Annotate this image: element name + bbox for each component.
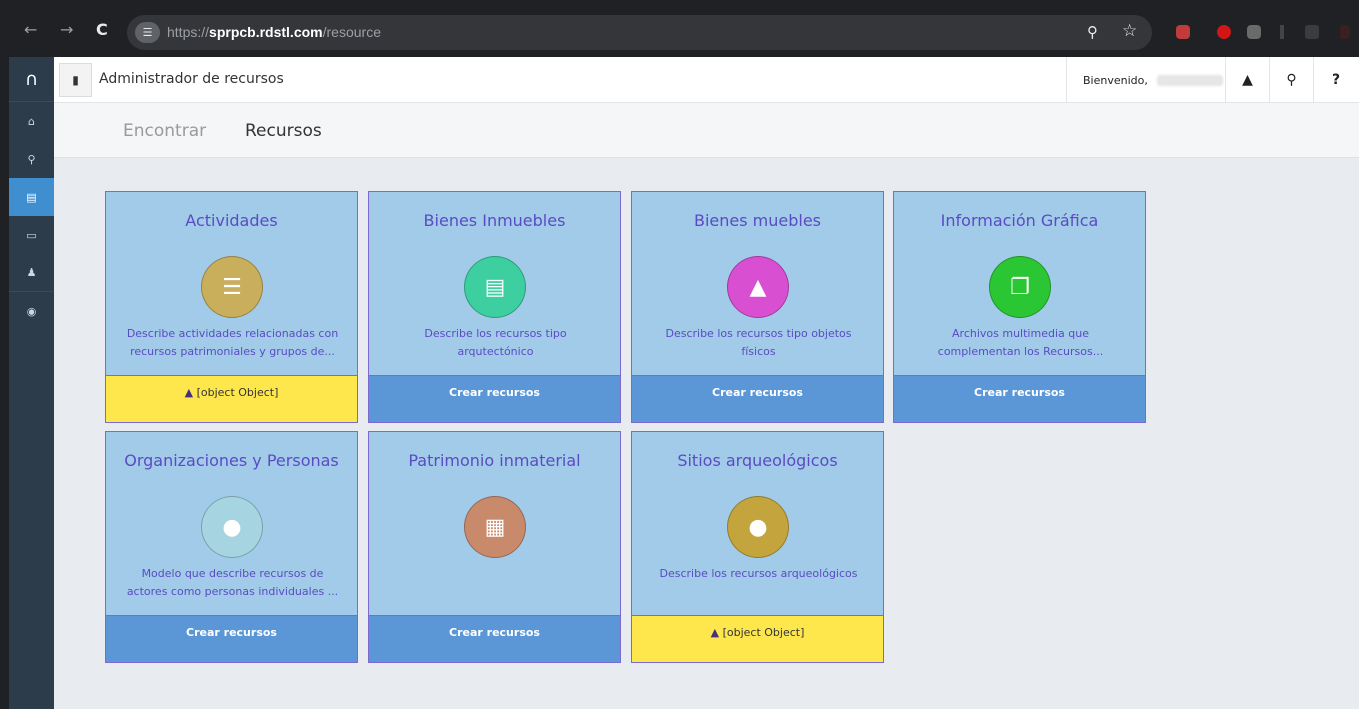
document-icon: ▦ [464, 496, 526, 558]
description-line: complementan los Recursos... [937, 345, 1104, 358]
tab-resources[interactable]: Recursos [245, 121, 322, 141]
app-logo-icon[interactable]: ∩ [9, 57, 54, 102]
create-resource-button[interactable]: Crear recursos [106, 615, 357, 662]
extension-icon[interactable] [1305, 25, 1319, 39]
extension-icon[interactable] [1176, 25, 1190, 39]
username-redacted [1157, 75, 1223, 86]
card-description: Describe los recursos tipo objetos físic… [640, 325, 877, 361]
dataset-icon[interactable]: ▭ [9, 216, 54, 254]
extension-icon[interactable] [1280, 25, 1284, 39]
resource-card-organizaciones[interactable]: Organizaciones y Personas ● Modelo que d… [105, 431, 358, 663]
card-title: Patrimonio inmaterial [408, 451, 581, 470]
description-line: actores como personas individuales ... [126, 585, 339, 598]
resource-card-actividades[interactable]: Actividades ☰ Describe actividades relac… [105, 191, 358, 423]
site-info-icon[interactable]: ☰ [135, 22, 160, 43]
card-title: Organizaciones y Personas [124, 451, 339, 470]
url-domain: sprpcb.rdstl.com [209, 24, 323, 40]
card-description: Describe los recursos tipo arqutectónico [377, 325, 614, 361]
copy-icon: ❐ [989, 256, 1051, 318]
back-arrow-icon[interactable]: ← [24, 22, 37, 38]
resource-card-sitios-arqueologicos[interactable]: Sitios arqueológicos ● Describe los recu… [631, 431, 884, 663]
user-menu[interactable]: Bienvenido, [1066, 57, 1226, 103]
card-title: Actividades [185, 211, 278, 230]
bookmark-icon[interactable]: ▮ [59, 63, 92, 97]
help-icon[interactable]: ? [1314, 57, 1358, 103]
welcome-label: Bienvenido, [1083, 74, 1148, 87]
notification-bell-icon[interactable]: ▲ [1226, 57, 1270, 103]
description-line: Describe los recursos tipo objetos [665, 327, 852, 340]
description-line: Describe actividades relacionadas con [126, 327, 339, 340]
resource-card-bienes-inmuebles[interactable]: Bienes Inmuebles ▤ Describe los recursos… [368, 191, 621, 423]
description-line: Describe los recursos tipo [424, 327, 567, 340]
sub-navigation: Encontrar Recursos [54, 103, 1359, 158]
list-icon: ☰ [201, 256, 263, 318]
description-line: Archivos multimedia que [952, 327, 1089, 340]
extension-icon[interactable] [1340, 25, 1350, 39]
description-line: recursos patrimoniales y grupos de... [130, 345, 335, 358]
card-title: Información Gráfica [940, 211, 1099, 230]
resource-grid-area: Actividades ☰ Describe actividades relac… [54, 158, 1359, 709]
card-description: Describe actividades relacionadas con re… [114, 325, 351, 361]
description-line: Modelo que describe recursos de [141, 567, 324, 580]
tab-find[interactable]: Encontrar [123, 121, 206, 141]
create-resource-button[interactable]: Crear recursos [369, 375, 620, 422]
url-path: /resource [322, 24, 381, 40]
resource-card-informacion-grafica[interactable]: Información Gráfica ❐ Archivos multimedi… [893, 191, 1146, 423]
description-line: físicos [741, 345, 776, 358]
reload-icon[interactable]: C [96, 22, 108, 38]
address-bar[interactable]: ☰ https://sprpcb.rdstl.com/resource ⚲ ☆ [127, 15, 1152, 50]
warning-icon: ▲ [184, 386, 194, 399]
card-warning-footer: ▲ [object Object] [632, 615, 883, 662]
description-line: arqutectónico [457, 345, 534, 358]
android-icon: ● [201, 496, 263, 558]
extension-icon[interactable] [1247, 25, 1261, 39]
user-icon[interactable]: ♟ [9, 254, 54, 292]
window-edge [0, 0, 9, 709]
forward-arrow-icon[interactable]: → [60, 22, 73, 38]
create-resource-button[interactable]: Crear recursos [632, 375, 883, 422]
url-scheme: https:// [167, 24, 210, 40]
zoom-icon[interactable]: ⚲ [1087, 23, 1098, 41]
card-title: Sitios arqueológicos [677, 451, 838, 470]
card-title: Bienes muebles [693, 211, 822, 230]
create-resource-button[interactable]: Crear recursos [369, 615, 620, 662]
url-text[interactable]: https://sprpcb.rdstl.com/resource [167, 24, 381, 40]
header-search-icon[interactable]: ⚲ [1270, 57, 1314, 103]
resources-icon[interactable]: ▤ [9, 178, 54, 216]
card-description: Archivos multimedia que complementan los… [902, 325, 1139, 361]
card-title: Bienes Inmuebles [423, 211, 566, 230]
resource-card-patrimonio-inmaterial[interactable]: Patrimonio inmaterial ▦ Crear recursos [368, 431, 621, 663]
home-icon[interactable]: ⌂ [9, 102, 54, 140]
sidebar: ∩ ⌂ ⚲ ▤ ▭ ♟ ◉ [9, 57, 54, 709]
footer-label: [object Object] [196, 386, 279, 399]
resource-card-bienes-muebles[interactable]: Bienes muebles ▲ Describe los recursos t… [631, 191, 884, 423]
extension-icon[interactable] [1217, 25, 1231, 39]
bank-icon: ▤ [464, 256, 526, 318]
card-description: Modelo que describe recursos de actores … [114, 565, 351, 601]
bell-icon: ▲ [727, 256, 789, 318]
card-warning-footer: ▲ [object Object] [106, 375, 357, 422]
page-title: Administrador de recursos [99, 71, 284, 87]
bookmark-star-icon[interactable]: ☆ [1122, 21, 1137, 41]
footer-label: [object Object] [722, 626, 805, 639]
card-description: Describe los recursos arqueológicos [640, 565, 877, 583]
search-icon[interactable]: ⚲ [9, 140, 54, 178]
create-resource-button[interactable]: Crear recursos [894, 375, 1145, 422]
settings-icon[interactable]: ◉ [9, 292, 54, 330]
description-line: Describe los recursos arqueológicos [659, 567, 858, 580]
browser-toolbar: ← → C ☰ https://sprpcb.rdstl.com/resourc… [0, 0, 1359, 57]
app-header: ▮ Administrador de recursos Bienvenido, … [54, 57, 1359, 103]
map-marker-icon: ● [727, 496, 789, 558]
warning-icon: ▲ [710, 626, 720, 639]
